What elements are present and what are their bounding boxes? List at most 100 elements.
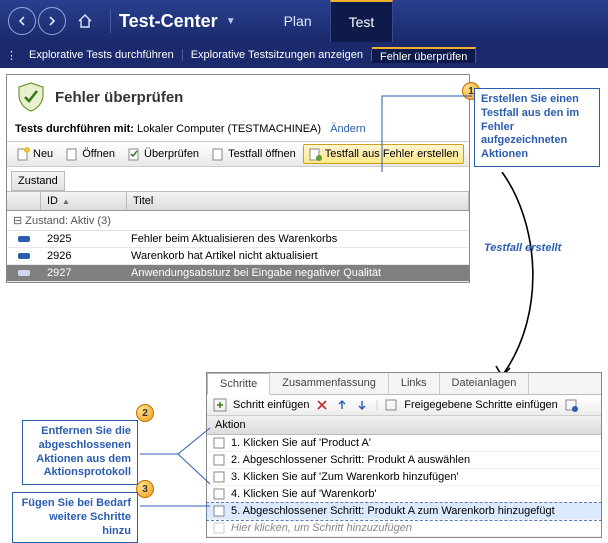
bug-icon (17, 234, 31, 244)
forward-button[interactable] (38, 7, 66, 35)
sub-nav: ⋮ Explorative Tests durchführen Explorat… (0, 42, 608, 68)
move-up-icon[interactable] (335, 398, 349, 412)
back-button[interactable] (8, 7, 36, 35)
main-tabs: Plan Test (266, 0, 394, 42)
col-titel[interactable]: Titel (127, 192, 469, 210)
connector-1 (380, 92, 474, 174)
row-title: Warenkorb hat Artikel nicht aktualisiert (127, 250, 469, 262)
step-text: 2. Abgeschlossener Schritt: Produkt A au… (231, 454, 470, 466)
connector-3 (138, 500, 214, 520)
col-icon[interactable] (7, 192, 41, 210)
chevron-down-icon[interactable]: ▼ (226, 16, 236, 27)
step-icon (213, 505, 225, 517)
tab-dateianlagen[interactable]: Dateianlagen (440, 373, 530, 394)
subnav-fehler-ueberpruefen[interactable]: Fehler überprüfen (372, 47, 476, 63)
row-id: 2926 (41, 250, 127, 262)
open-label: Öffnen (82, 148, 115, 160)
step-text: 5. Abgeschlossener Schritt: Produkt A zu… (231, 505, 555, 517)
table-row-selected[interactable]: 2927 Anwendungsabsturz bei Eingabe negat… (7, 265, 469, 282)
callout-3: Fügen Sie bei Bedarf weitere Schritte hi… (12, 492, 138, 543)
tab-zusammenfassung[interactable]: Zusammenfassung (270, 373, 389, 394)
arrow-left-icon (16, 15, 28, 27)
col-id[interactable]: ID ▲ (41, 192, 127, 210)
col-id-label: ID (47, 195, 58, 207)
tab-links[interactable]: Links (389, 373, 440, 394)
tab-test[interactable]: Test (330, 0, 394, 42)
new-icon (16, 147, 30, 161)
callout-badge-3: 3 (136, 480, 154, 498)
step-text: 4. Klicken Sie auf 'Warenkorb' (231, 488, 377, 500)
bug-icon (17, 268, 31, 278)
sort-asc-icon: ▲ (62, 197, 70, 206)
table-row[interactable]: 2926 Warenkorb hat Artikel nicht aktuali… (7, 248, 469, 265)
app-header: Test-Center ▼ Plan Test (0, 0, 608, 42)
tab-plan[interactable]: Plan (266, 0, 330, 42)
row-title: Fehler beim Aktualisieren des Warenkorbs (127, 233, 469, 245)
app-title: Test-Center (119, 11, 218, 32)
step-row-selected[interactable]: 5. Abgeschlossener Schritt: Produkt A zu… (207, 503, 601, 520)
step-row[interactable]: 1. Klicken Sie auf 'Product A' (207, 435, 601, 452)
open-testcase-button[interactable]: Testfall öffnen (206, 144, 301, 164)
subnav-testsitzungen[interactable]: Explorative Testsitzungen anzeigen (183, 49, 372, 61)
grid-group-row[interactable]: ⊟ Zustand: Aktiv (3) (7, 211, 469, 231)
insert-step-icon[interactable] (213, 398, 227, 412)
step-row[interactable]: 2. Abgeschlossener Schritt: Produkt A au… (207, 452, 601, 469)
step-row[interactable]: 3. Klicken Sie auf 'Zum Warenkorb hinzuf… (207, 469, 601, 486)
grid-group-label: Zustand: Aktiv (3) (25, 215, 111, 227)
callout-badge-2: 2 (136, 404, 154, 422)
testcase-open-icon (211, 147, 225, 161)
verify-icon (127, 147, 141, 161)
step-icon (213, 471, 225, 483)
detail-toolbar: Schritt einfügen | Freigegebene Schritte… (207, 395, 601, 416)
shared-steps-open-icon[interactable] (564, 398, 578, 412)
table-row[interactable]: 2925 Fehler beim Aktualisieren des Waren… (7, 231, 469, 248)
step-ghost-text: Hier klicken, um Schritt hinzuzufügen (231, 522, 412, 534)
callout-1: Erstellen Sie einen Testfall aus den im … (474, 88, 600, 167)
row-id: 2925 (41, 233, 127, 245)
insert-step-label[interactable]: Schritt einfügen (233, 399, 309, 411)
subnav-explorative-tests[interactable]: Explorative Tests durchführen (21, 49, 183, 61)
change-link[interactable]: Ändern (330, 123, 365, 135)
step-icon (213, 488, 225, 500)
step-icon (213, 522, 225, 534)
more-icon[interactable]: ⋮ (6, 49, 17, 62)
move-down-icon[interactable] (355, 398, 369, 412)
shared-steps-label[interactable]: Freigegebene Schritte einfügen (404, 399, 558, 411)
tab-schritte[interactable]: Schritte (207, 373, 270, 395)
step-text: 3. Klicken Sie auf 'Zum Warenkorb hinzuf… (231, 471, 459, 483)
arrow-right-icon (46, 15, 58, 27)
divider (110, 9, 111, 33)
home-button[interactable] (74, 10, 96, 32)
step-add-placeholder[interactable]: Hier klicken, um Schritt hinzuzufügen (207, 520, 601, 537)
verify-button[interactable]: Überprüfen (122, 144, 204, 164)
grid-group-header[interactable]: Zustand (11, 171, 65, 191)
panel-title: Fehler überprüfen (55, 89, 183, 106)
step-text: 1. Klicken Sie auf 'Product A' (231, 437, 371, 449)
shared-steps-icon[interactable] (384, 398, 398, 412)
callout-2: Entfernen Sie die abgeschlossenen Aktion… (22, 420, 138, 485)
testcase-detail-panel: Schritte Zusammenfassung Links Dateianla… (206, 372, 602, 538)
open-button[interactable]: Öffnen (60, 144, 120, 164)
shield-check-icon (15, 81, 47, 113)
arrow-label: Testfall erstellt (484, 242, 561, 255)
home-icon (76, 12, 94, 30)
bug-icon (17, 251, 31, 261)
verify-label: Überprüfen (144, 148, 199, 160)
nav-arrows (8, 7, 66, 35)
open-icon (65, 147, 79, 161)
grid-columns: ID ▲ Titel (7, 191, 469, 211)
delete-step-icon[interactable] (315, 398, 329, 412)
step-icon (213, 454, 225, 466)
action-column-header: Aktion (207, 416, 601, 435)
step-row[interactable]: 4. Klicken Sie auf 'Warenkorb' (207, 486, 601, 503)
step-icon (213, 437, 225, 449)
run-with-value: Lokaler Computer (TESTMACHINEA) (137, 123, 321, 135)
new-button[interactable]: Neu (11, 144, 58, 164)
arrow-testcase-created (478, 172, 558, 382)
new-label: Neu (33, 148, 53, 160)
open-testcase-label: Testfall öffnen (228, 148, 296, 160)
run-with-label: Tests durchführen mit: (15, 123, 134, 135)
row-id: 2927 (41, 267, 127, 279)
row-title: Anwendungsabsturz bei Eingabe negativer … (127, 267, 469, 279)
testcase-create-icon (308, 147, 322, 161)
